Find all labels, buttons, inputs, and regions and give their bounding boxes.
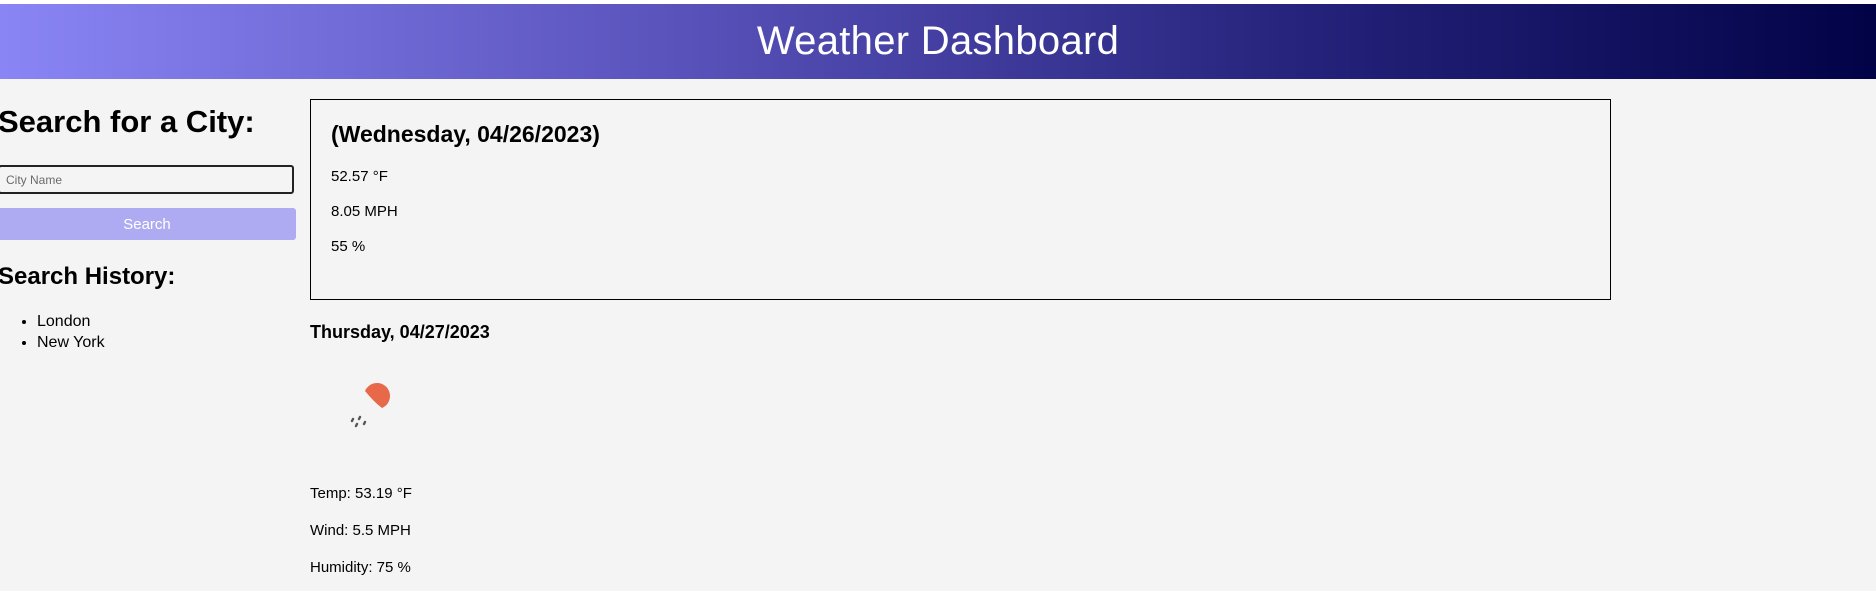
current-temp: 52.57 °F [331,168,388,185]
forecast-humidity: Humidity: 75 % [310,559,411,576]
search-button[interactable]: Search [0,208,296,240]
sun-shape [365,383,390,408]
forecast-wind: Wind: 5.5 MPH [310,522,411,539]
city-search-input[interactable] [0,165,294,194]
app-header: Weather Dashboard [0,4,1876,79]
search-history-list: London New York [0,311,105,353]
search-heading: Search for a City: [0,104,255,139]
history-item-new-york[interactable]: New York [37,332,105,353]
search-history-heading: Search History: [0,263,176,290]
current-date: (Wednesday, 04/26/2023) [331,121,600,147]
history-item-london[interactable]: London [37,311,105,332]
page-title: Weather Dashboard [756,19,1120,63]
current-humidity: 55 % [331,238,366,255]
forecast-temp: Temp: 53.19 °F [310,485,412,502]
forecast-date: Thursday, 04/27/2023 [310,322,490,342]
current-weather-card: (Wednesday, 04/26/2023) 52.57 °F 8.05 MP… [310,99,1611,300]
current-wind: 8.05 MPH [331,203,398,220]
rain-cloud-sun-icon [350,383,390,428]
